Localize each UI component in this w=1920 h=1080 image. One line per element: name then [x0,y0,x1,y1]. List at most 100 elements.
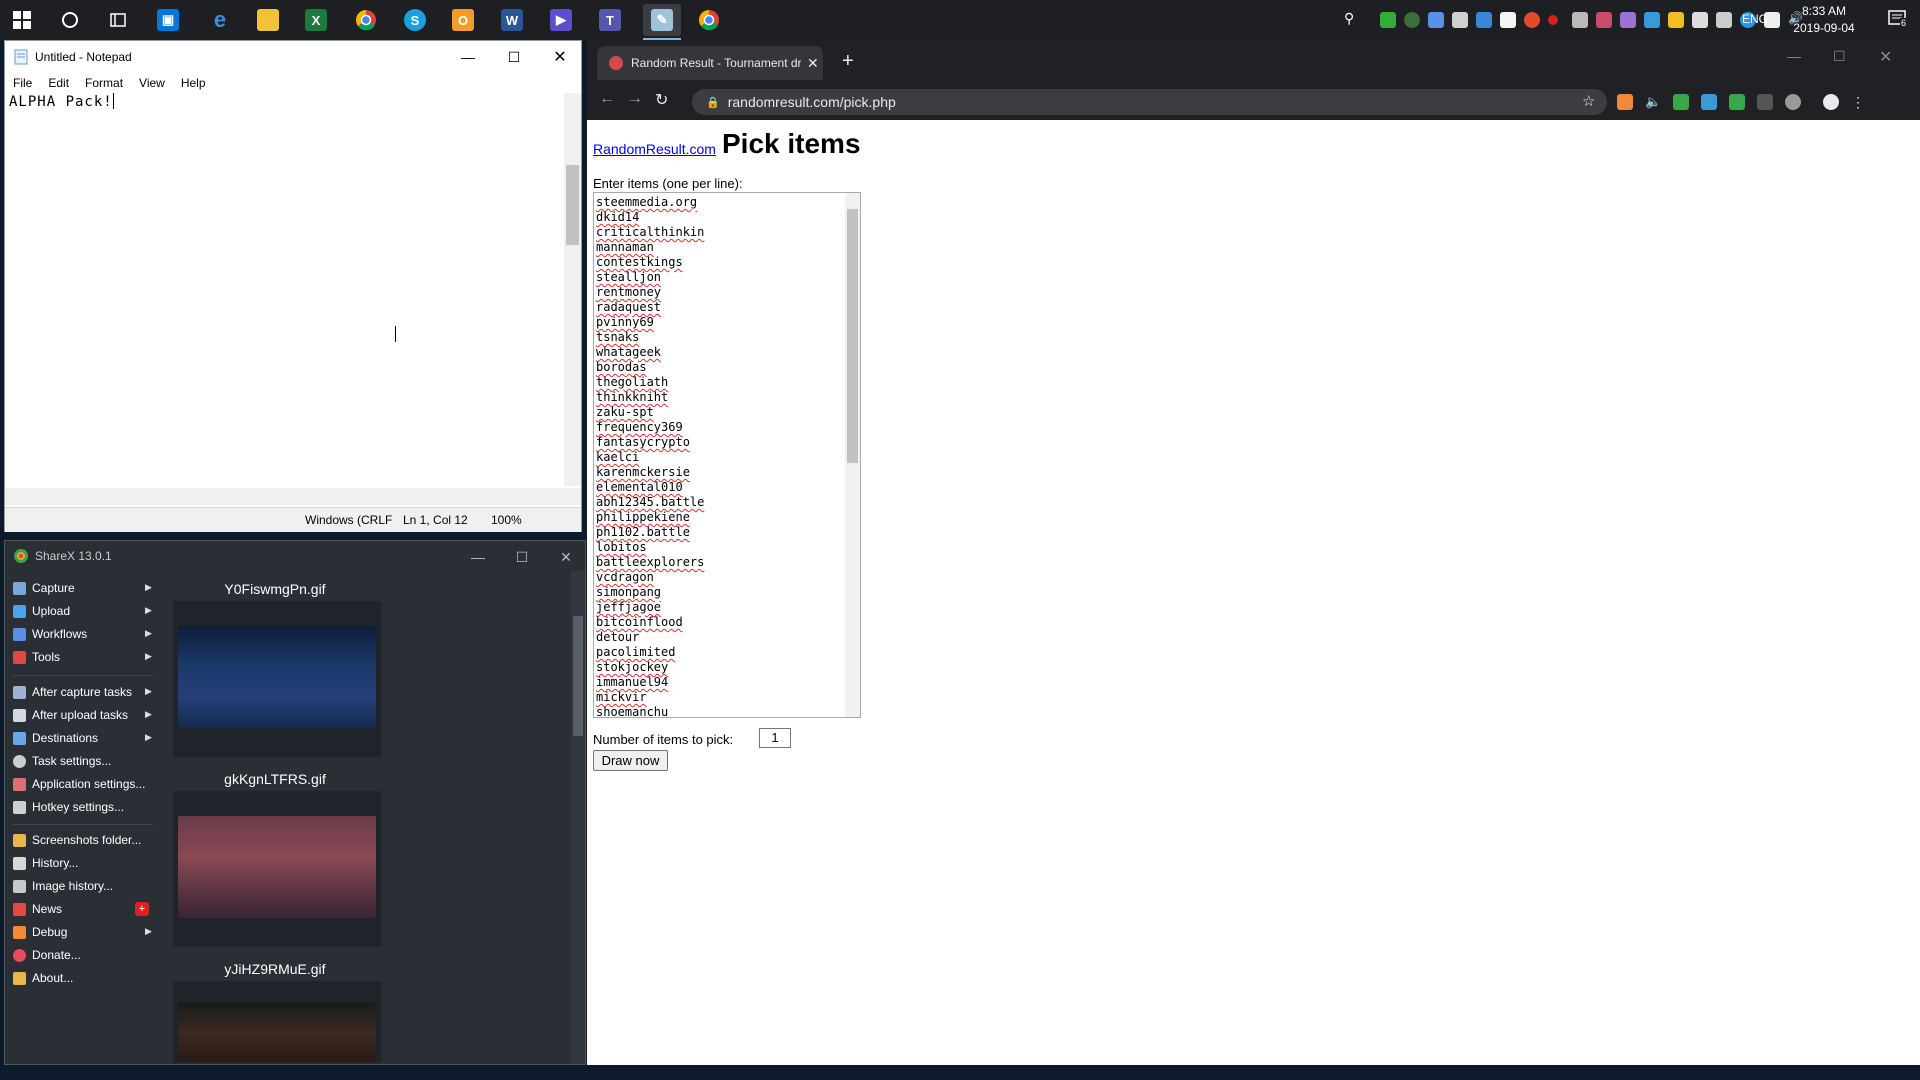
menu-after-capture-tasks[interactable]: After capture tasks [13,685,132,699]
tray-pen-icon[interactable] [1620,12,1636,28]
tray-app-icon[interactable] [1452,12,1468,28]
menu-task-settings[interactable]: Task settings... [13,754,111,768]
notepad-text-area[interactable]: ALPHA Pack! [9,93,114,110]
extension-blue-icon[interactable] [1701,94,1717,110]
thumbnail-image[interactable] [178,1003,376,1061]
menu-hotkey-settings[interactable]: Hotkey settings... [13,800,124,814]
extension-battery-icon[interactable] [1673,94,1689,110]
maximize-button[interactable]: ☐ [491,41,537,73]
notepad-scroll-thumb[interactable] [566,165,579,245]
people-icon[interactable]: ⚲ [1344,10,1360,26]
task-view-icon[interactable] [102,4,134,36]
minimize-button[interactable]: — [445,41,491,73]
thumbnail-image[interactable] [178,626,376,728]
tray-circle-icon[interactable] [1404,12,1420,28]
menu-image-history[interactable]: Image history... [13,879,113,893]
menu-capture[interactable]: Capture [13,581,75,595]
sharex-titlebar[interactable]: ShareX 13.0.1 — ☐ ✕ [5,541,585,571]
tab-close-icon[interactable]: ✕ [807,55,819,72]
browser-tab[interactable]: Random Result - Tournament dr ✕ [597,46,823,80]
search-circle-icon[interactable] [54,4,86,36]
thumbnail-card[interactable] [173,601,381,757]
close-button[interactable]: ✕ [537,41,583,73]
excel-icon[interactable]: X [300,4,332,36]
menu-application-settings[interactable]: Application settings... [13,777,145,791]
windows-start-icon[interactable] [6,4,38,36]
address-bar[interactable]: 🔒 randomresult.com/pick.php ☆ [692,89,1607,115]
tray-battery-icon[interactable] [1692,12,1708,28]
back-arrow-icon[interactable]: ← [599,90,615,108]
menu-after-upload-tasks[interactable]: After upload tasks [13,708,128,722]
thumbnail-card[interactable] [173,981,381,1063]
store-icon[interactable]: ▣ [152,4,184,36]
num-items-input[interactable]: 1 [759,728,791,748]
menu-destinations[interactable]: Destinations [13,731,98,745]
menu-screenshots-folder[interactable]: Screenshots folder... [13,833,141,847]
extension-speaker-icon[interactable]: 🔈 [1645,94,1661,110]
sharex-minimize-button[interactable]: — [455,541,501,573]
notepad-vertical-scrollbar[interactable] [564,93,581,486]
extension-fox-icon[interactable] [1617,94,1633,110]
tray-usb-icon[interactable] [1572,12,1588,28]
menu-news[interactable]: News [13,902,62,916]
notepad-horizontal-scrollbar[interactable] [5,488,581,505]
notepad-taskbar-icon[interactable]: ✎ [643,4,681,40]
outlook-icon[interactable]: O [447,4,479,36]
dropbox-icon[interactable] [1476,12,1492,28]
clock[interactable]: 8:33 AM 2019-09-04 [1784,3,1864,37]
thumbnail-image[interactable] [178,816,376,918]
kebab-menu-icon[interactable]: ⋮ [1851,94,1867,110]
menu-help[interactable]: Help [173,73,214,93]
profile-avatar-icon[interactable] [1823,94,1839,110]
browser-close-button[interactable]: ✕ [1879,47,1892,67]
tray-record-icon[interactable] [1548,15,1558,25]
edge-icon[interactable]: e [204,4,236,36]
site-home-link[interactable]: RandomResult.com [593,141,716,157]
thumbnail-card[interactable] [173,791,381,947]
menu-format[interactable]: Format [77,73,131,93]
menu-about[interactable]: About... [13,971,73,985]
teams-icon[interactable]: T [594,4,626,36]
menu-upload[interactable]: Upload [13,604,70,618]
tray-green-icon[interactable] [1380,12,1396,28]
notification-center-icon[interactable]: 6 [1888,10,1908,28]
items-scrollbar[interactable] [845,193,860,717]
tray-network-icon[interactable] [1428,12,1444,28]
extension-grey-icon[interactable] [1757,94,1773,110]
items-textarea[interactable]: steemmedia.org dkid14 criticalthinkin manna… [593,192,861,718]
menu-file[interactable]: File [5,73,40,93]
video-app-icon[interactable]: ▶ [545,4,577,36]
reload-icon[interactable]: ↻ [655,90,668,110]
items-scroll-thumb[interactable] [847,209,858,463]
tray-display-icon[interactable] [1716,12,1732,28]
tray-onedrive-icon[interactable] [1644,12,1660,28]
tray-yellow-icon[interactable] [1668,12,1684,28]
new-tab-icon[interactable]: + [842,50,854,73]
bookmark-star-icon[interactable]: ☆ [1582,92,1595,110]
notepad-titlebar[interactable]: Untitled - Notepad — ☐ ✕ [5,41,581,73]
chrome-active-icon[interactable] [693,4,725,36]
forward-arrow-icon[interactable]: → [627,90,643,108]
sharex-scrollbar[interactable] [571,571,585,1064]
browser-maximize-button[interactable]: ☐ [1833,48,1846,65]
menu-edit[interactable]: Edit [40,73,77,93]
skype-icon[interactable]: S [399,4,431,36]
sharex-tray-icon[interactable] [1596,12,1612,28]
menu-history[interactable]: History... [13,856,78,870]
draw-now-button[interactable]: Draw now [593,750,668,771]
language-indicator[interactable]: ENG [1742,12,1768,26]
extension-eye-icon[interactable] [1785,94,1801,110]
chrome-icon[interactable] [350,4,382,36]
sharex-scroll-thumb[interactable] [573,616,583,736]
sharex-maximize-button[interactable]: ☐ [499,541,545,573]
extension-on-icon[interactable] [1729,94,1745,110]
file-explorer-icon[interactable] [252,4,284,36]
menu-workflows[interactable]: Workflows [13,627,87,641]
menu-donate[interactable]: Donate... [13,948,81,962]
menu-view[interactable]: View [131,73,173,93]
browser-minimize-button[interactable]: — [1787,48,1801,64]
word-icon[interactable]: W [496,4,528,36]
menu-debug[interactable]: Debug [13,925,67,939]
menu-tools[interactable]: Tools [13,650,60,664]
tray-chrome-icon[interactable] [1524,12,1540,28]
